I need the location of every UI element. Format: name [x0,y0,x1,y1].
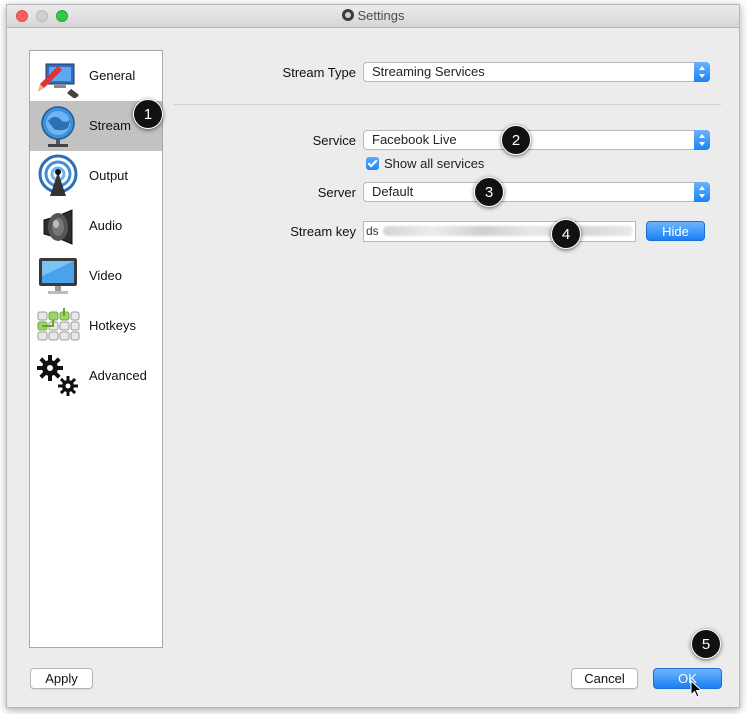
output-icon [38,154,78,196]
stream-type-label: Stream Type [282,65,356,80]
annotation-badge-3: 3 [474,177,504,207]
sidebar-item-label: Hotkeys [89,318,136,333]
sidebar-item-label: Stream [89,118,131,133]
stream-type-value: Streaming Services [372,64,485,79]
sidebar-item-video[interactable]: Video [30,251,162,301]
show-all-services-checkbox[interactable] [366,157,379,170]
sidebar-item-audio[interactable]: Audio [30,201,162,251]
annotation-badge-5: 5 [691,629,721,659]
stream-key-redacted [382,226,633,236]
audio-icon [43,209,73,245]
server-value: Default [372,184,414,199]
window-title: Settings [357,8,405,23]
annotation-badge-4: 4 [551,219,581,249]
mouse-cursor-icon [690,680,703,698]
window-title-group: Settings [7,8,739,23]
stream-key-prefix: ds [366,224,379,238]
annotation-badge-1: 1 [133,99,163,129]
select-arrows-icon [694,62,710,82]
section-divider [174,104,721,105]
annotation-badge-2: 2 [501,125,531,155]
cancel-button[interactable]: Cancel [571,668,638,689]
sidebar-item-label: Video [89,268,123,283]
stream-key-label: Stream key [290,224,356,239]
select-arrows-icon [694,182,710,202]
sidebar-item-advanced[interactable]: Advanced [30,351,162,401]
service-label: Service [312,133,356,148]
sidebar-item-label: Audio [89,218,123,233]
title-bar: Settings [7,5,739,28]
obs-logo-icon [341,9,354,21]
server-label: Server [317,185,356,200]
ok-button[interactable]: OK [653,668,722,689]
video-icon [39,258,77,294]
sidebar-item-label: Advanced [89,368,147,383]
hotkeys-icon [37,308,80,341]
sidebar-item-label: Output [89,168,129,183]
show-all-services-label[interactable]: Show all services [384,156,484,171]
server-select[interactable]: Default [363,182,710,202]
stream-key-input[interactable]: dsp [363,221,636,242]
sidebar-item-hotkeys[interactable]: Hotkeys [30,301,162,351]
stream-type-select[interactable]: Streaming Services [363,62,710,82]
select-arrows-icon [694,130,710,150]
sidebar-item-label: General [89,68,136,83]
stream-icon [41,106,75,147]
sidebar-item-general[interactable]: General [30,51,162,101]
apply-button[interactable]: Apply [30,668,93,689]
hide-key-button[interactable]: Hide [646,221,705,241]
service-select[interactable]: Facebook Live [363,130,710,150]
general-icon [38,63,79,98]
service-value: Facebook Live [372,132,457,147]
sidebar-item-output[interactable]: Output [30,151,162,201]
advanced-icon [37,355,78,396]
settings-sidebar: General Stream Output Audio Video Hotkey… [29,50,163,648]
